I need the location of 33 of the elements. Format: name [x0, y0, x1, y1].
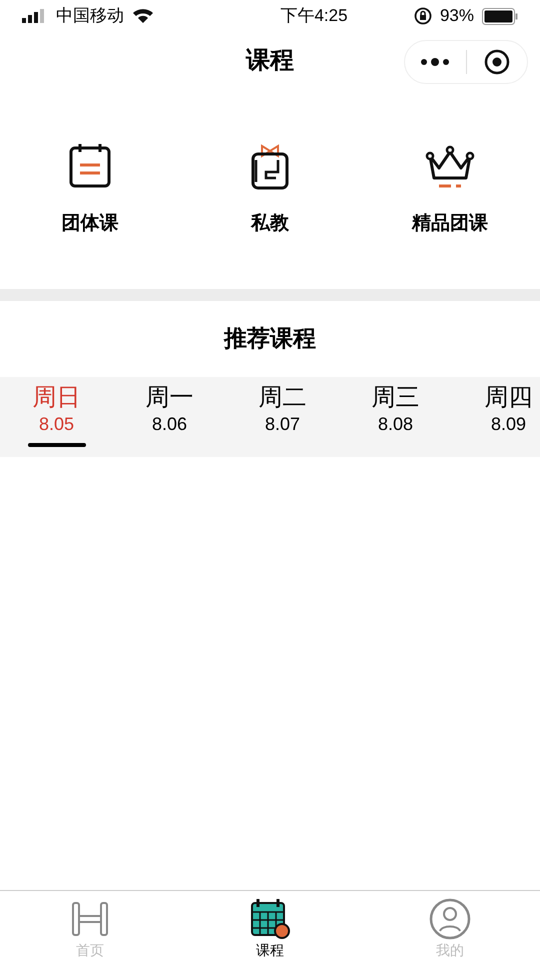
rotation-lock-icon	[414, 7, 432, 25]
page-title: 课程	[246, 46, 294, 76]
day-tab[interactable]: 周一 8.06	[113, 376, 226, 456]
day-date: 8.06	[152, 412, 188, 434]
day-date: 8.07	[264, 412, 300, 434]
category-button[interactable]: 团体课	[20, 140, 160, 238]
more-icon	[420, 57, 450, 67]
day-date: 8.09	[490, 412, 526, 434]
battery-percent: 93%	[440, 5, 474, 28]
crown-icon	[425, 144, 475, 190]
tab-bar-item[interactable]: 课程	[180, 891, 360, 960]
day-date: 8.08	[378, 412, 414, 434]
day-tab[interactable]: 周日 8.05	[0, 376, 113, 456]
wifi-icon	[132, 8, 154, 24]
battery-icon	[482, 8, 518, 24]
status-time: 下午4:25	[280, 5, 348, 28]
calendar-icon	[68, 142, 112, 190]
category-button[interactable]: 精品团课	[380, 140, 520, 238]
day-tab[interactable]: 周三 8.08	[339, 376, 452, 456]
target-icon	[484, 49, 510, 75]
day-tab[interactable]: 周二 8.07	[226, 376, 339, 456]
section-title: 推荐课程	[224, 324, 316, 354]
day-name: 周三	[372, 382, 420, 412]
day-date: 8.05	[38, 412, 74, 434]
day-tab[interactable]: 周四 8.09	[452, 376, 540, 456]
person-icon	[428, 897, 472, 941]
category-button[interactable]: 私教	[200, 140, 340, 238]
day-name: 周日	[32, 382, 80, 412]
calendar-icon	[248, 897, 292, 941]
day-name: 周二	[258, 382, 306, 412]
day-name: 周四	[484, 382, 532, 412]
day-name: 周一	[146, 382, 194, 412]
carrier-name: 中国移动	[56, 5, 124, 28]
